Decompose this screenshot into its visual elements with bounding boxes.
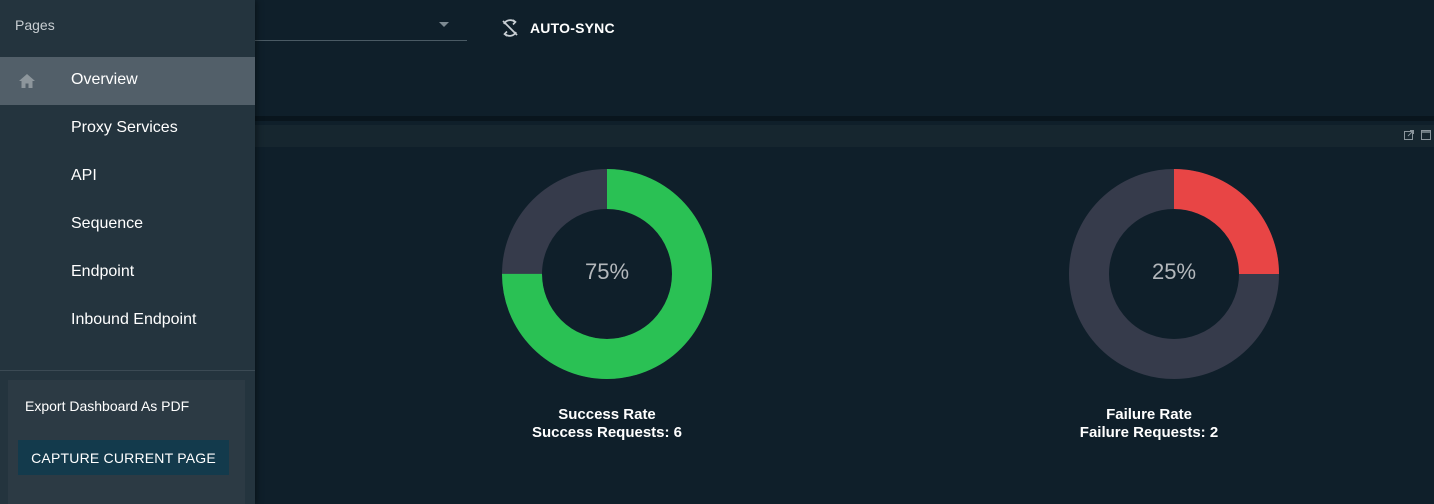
success-requests-count: Success Requests: 6: [531, 424, 683, 441]
sidebar-item-label: Endpoint: [71, 263, 135, 280]
toolbar-divider: [255, 116, 1434, 121]
sidebar-item-sequence[interactable]: Sequence: [0, 201, 255, 249]
failure-rate-donut: 25%: [1069, 169, 1279, 379]
sidebar-item-label: Proxy Services: [71, 119, 178, 136]
success-rate-title: Success Rate: [558, 406, 656, 423]
sidebar-item-label: Sequence: [71, 215, 144, 232]
sidebar-item-label: Inbound Endpoint: [71, 311, 197, 328]
popout-icon[interactable]: [1404, 130, 1414, 140]
sidebar-item-inbound-endpoint[interactable]: Inbound Endpoint: [0, 297, 255, 345]
pages-sidebar: Pages Overview Proxy Services API Sequen…: [0, 0, 255, 504]
export-pdf-panel: Export Dashboard As PDF CAPTURE CURRENT …: [8, 380, 245, 504]
success-rate-caption: Success Rate Success Requests: 6: [477, 406, 737, 442]
success-rate-value: 75%: [584, 259, 630, 284]
failure-rate-caption: Failure Rate Failure Requests: 2: [1019, 406, 1279, 442]
chevron-down-icon[interactable]: [439, 22, 449, 27]
sidebar-title: Pages: [15, 17, 55, 33]
success-rate-donut: 75%: [502, 169, 712, 379]
auto-sync-button[interactable]: AUTO-SYNC: [500, 18, 615, 38]
sidebar-item-api[interactable]: API: [0, 153, 255, 201]
sidebar-divider: [0, 370, 255, 371]
sidebar-item-overview[interactable]: Overview: [0, 57, 255, 105]
sidebar-item-endpoint[interactable]: Endpoint: [0, 249, 255, 297]
widget-header: [255, 125, 1434, 147]
sidebar-nav: Overview Proxy Services API Sequence End…: [0, 57, 255, 345]
sidebar-item-proxy-services[interactable]: Proxy Services: [0, 105, 255, 153]
dashboard-select[interactable]: [255, 14, 467, 41]
sidebar-item-label: API: [71, 167, 97, 184]
failure-rate-title: Failure Rate: [1106, 406, 1192, 423]
auto-sync-label: AUTO-SYNC: [530, 20, 615, 36]
home-icon: [19, 74, 35, 88]
failure-requests-count: Failure Requests: 2: [1079, 424, 1219, 441]
export-title: Export Dashboard As PDF: [25, 398, 190, 414]
sidebar-item-label: Overview: [71, 71, 138, 88]
widget-body: 75% Success Rate Success Requests: 6 25%…: [255, 147, 1434, 504]
capture-current-page-button[interactable]: CAPTURE CURRENT PAGE: [18, 440, 229, 475]
failure-rate-value: 25%: [1151, 259, 1197, 284]
maximize-icon[interactable]: [1421, 130, 1431, 140]
sync-off-icon: [502, 19, 518, 37]
sidebar-header: Pages: [0, 0, 255, 57]
